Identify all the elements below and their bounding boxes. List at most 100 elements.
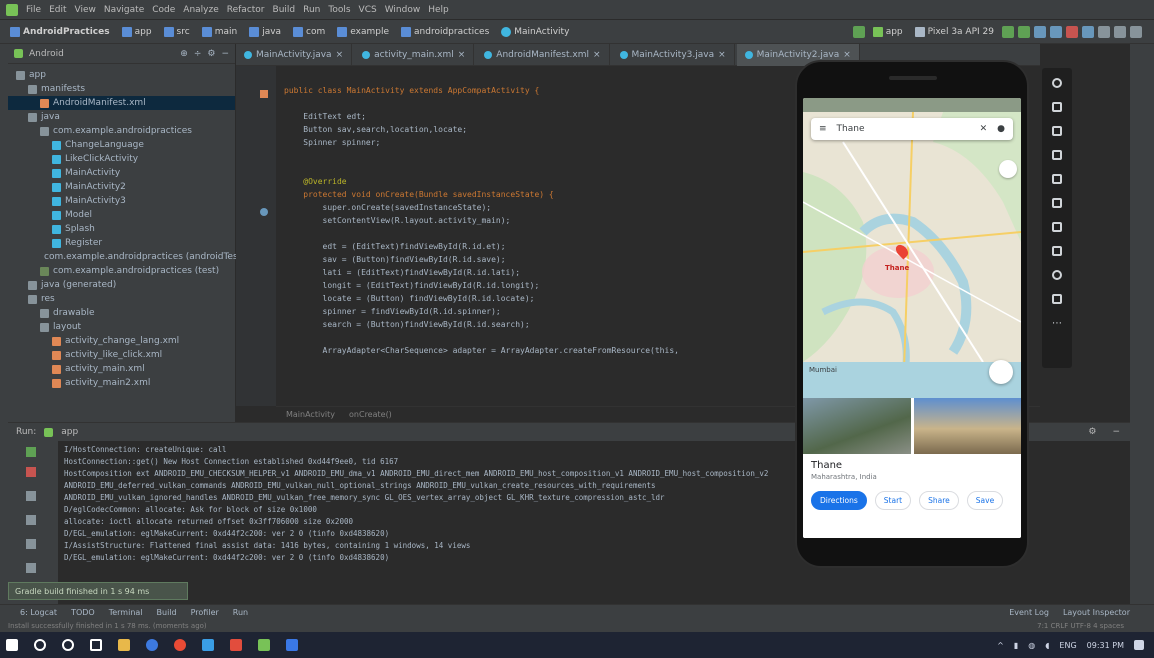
- run-config-select[interactable]: app: [869, 26, 907, 37]
- minimize-icon[interactable]: −: [1112, 427, 1120, 437]
- tree-item[interactable]: MainActivity2: [8, 180, 235, 194]
- run-config-tab[interactable]: app: [61, 427, 78, 437]
- tree-item[interactable]: LikeClickActivity: [8, 152, 235, 166]
- home-icon[interactable]: [1052, 270, 1062, 280]
- rotate-right-icon[interactable]: [1052, 174, 1062, 184]
- power-icon[interactable]: [1052, 78, 1062, 88]
- battery-icon[interactable]: ▮: [1014, 641, 1018, 650]
- tree-item[interactable]: AndroidManifest.xml: [8, 96, 235, 110]
- sdk-manager-icon[interactable]: [1114, 25, 1126, 38]
- tool-todo[interactable]: TODO: [71, 608, 95, 617]
- camera-icon[interactable]: [1052, 198, 1062, 208]
- clock[interactable]: 09:31 PM: [1087, 641, 1124, 650]
- collapse-icon[interactable]: ÷: [194, 49, 202, 59]
- gear-icon[interactable]: ⚙: [1088, 427, 1096, 437]
- tree-item[interactable]: manifests: [8, 82, 235, 96]
- photo-building[interactable]: [913, 398, 1021, 454]
- place-card[interactable]: Thane Maharashtra, India Directions Star…: [803, 454, 1021, 538]
- rotate-left-icon[interactable]: [1052, 150, 1062, 160]
- stop-icon[interactable]: [1066, 25, 1078, 38]
- run-icon[interactable]: [1002, 25, 1014, 38]
- tree-item[interactable]: com.example.androidpractices (test): [8, 264, 235, 278]
- chrome-icon[interactable]: [174, 639, 186, 651]
- editor-tab[interactable]: activity_main.xml ×: [354, 43, 475, 66]
- globe-icon[interactable]: ⊕: [180, 49, 188, 59]
- close-icon[interactable]: ×: [336, 50, 344, 60]
- android-studio-icon[interactable]: [258, 639, 270, 651]
- more-icon[interactable]: ⋯: [1052, 318, 1062, 329]
- tree-item[interactable]: drawable: [8, 306, 235, 320]
- print-icon[interactable]: [26, 539, 36, 549]
- breadcrumb-example[interactable]: example: [333, 26, 393, 37]
- overview-icon[interactable]: [1052, 294, 1062, 304]
- save-button[interactable]: Save: [966, 491, 1004, 510]
- photo-lake[interactable]: [803, 398, 911, 454]
- search-icon[interactable]: [34, 639, 46, 651]
- chevron-up-icon[interactable]: ^: [997, 641, 1004, 650]
- breadcrumb-package[interactable]: androidpractices: [397, 26, 493, 37]
- task-view-icon[interactable]: [90, 639, 102, 651]
- apply-changes-icon[interactable]: [1018, 25, 1030, 38]
- tree-item[interactable]: Register: [8, 236, 235, 250]
- map-canvas[interactable]: [803, 111, 1021, 399]
- editor-tab[interactable]: MainActivity3.java ×: [612, 43, 735, 66]
- gradle-notification[interactable]: Gradle build finished in 1 s 94 ms: [8, 582, 188, 600]
- tree-item[interactable]: java (generated): [8, 278, 235, 292]
- tree-item[interactable]: app: [8, 68, 235, 82]
- maps-search-box[interactable]: ≡ Thane ✕ ●: [811, 118, 1013, 140]
- menu-edit[interactable]: Edit: [49, 5, 66, 15]
- breadcrumb-java[interactable]: java: [245, 26, 285, 37]
- tool-build[interactable]: Build: [157, 608, 177, 617]
- tree-item[interactable]: activity_change_lang.xml: [8, 334, 235, 348]
- tree-item[interactable]: layout: [8, 320, 235, 334]
- avd-manager-icon[interactable]: [1098, 25, 1110, 38]
- menu-file[interactable]: File: [26, 5, 41, 15]
- tool-event-log[interactable]: Event Log: [1009, 608, 1049, 617]
- emulator-screen[interactable]: Thane Mumbai ≡ Thane ✕ ● Thane Maharasht…: [803, 98, 1021, 538]
- volume-down-icon[interactable]: [1052, 126, 1062, 136]
- trash-icon[interactable]: [26, 563, 36, 573]
- tree-item[interactable]: Splash: [8, 222, 235, 236]
- tree-item[interactable]: res: [8, 292, 235, 306]
- emulator-icon[interactable]: [286, 639, 298, 651]
- tree-item[interactable]: Model: [8, 208, 235, 222]
- profile-icon[interactable]: [1050, 25, 1062, 38]
- tool-profiler[interactable]: Profiler: [191, 608, 219, 617]
- breadcrumb-main[interactable]: main: [198, 26, 242, 37]
- mic-icon[interactable]: ●: [997, 124, 1005, 134]
- menu-analyze[interactable]: Analyze: [183, 5, 218, 15]
- tool-logcat[interactable]: 6: Logcat: [20, 608, 57, 617]
- device-select[interactable]: Pixel 3a API 29: [911, 26, 998, 37]
- zoom-icon[interactable]: [1052, 222, 1062, 232]
- menu-tools[interactable]: Tools: [328, 5, 350, 15]
- hammer-icon[interactable]: [852, 25, 865, 38]
- map-view[interactable]: Thane Mumbai: [803, 111, 1021, 399]
- tree-item[interactable]: MainActivity3: [8, 194, 235, 208]
- network-icon[interactable]: ◍: [1028, 641, 1035, 650]
- volume-up-icon[interactable]: [1052, 102, 1062, 112]
- menu-window[interactable]: Window: [385, 5, 421, 15]
- close-icon[interactable]: ×: [458, 50, 466, 60]
- tree-item[interactable]: activity_main.xml: [8, 362, 235, 376]
- edge-icon[interactable]: [146, 639, 158, 651]
- menu-icon[interactable]: ≡: [819, 124, 827, 134]
- menu-build[interactable]: Build: [273, 5, 296, 15]
- volume-icon[interactable]: ◖: [1045, 641, 1049, 650]
- menu-run[interactable]: Run: [303, 5, 320, 15]
- close-icon[interactable]: ×: [843, 50, 851, 60]
- tree-item[interactable]: activity_like_click.xml: [8, 348, 235, 362]
- windows-start-icon[interactable]: [6, 639, 18, 651]
- breadcrumb-method[interactable]: onCreate(): [349, 410, 392, 419]
- tool-run[interactable]: Run: [233, 608, 248, 617]
- menu-refactor[interactable]: Refactor: [227, 5, 265, 15]
- rerun-icon[interactable]: [26, 447, 36, 457]
- menu-vcs[interactable]: VCS: [359, 5, 377, 15]
- menu-navigate[interactable]: Navigate: [104, 5, 144, 15]
- directions-button[interactable]: Directions: [811, 491, 867, 510]
- tree-item[interactable]: java: [8, 110, 235, 124]
- search-icon[interactable]: [1130, 25, 1142, 38]
- compass-icon[interactable]: [999, 160, 1017, 178]
- close-icon[interactable]: ×: [593, 50, 601, 60]
- stop-icon[interactable]: [26, 467, 36, 477]
- back-icon[interactable]: [1052, 246, 1062, 256]
